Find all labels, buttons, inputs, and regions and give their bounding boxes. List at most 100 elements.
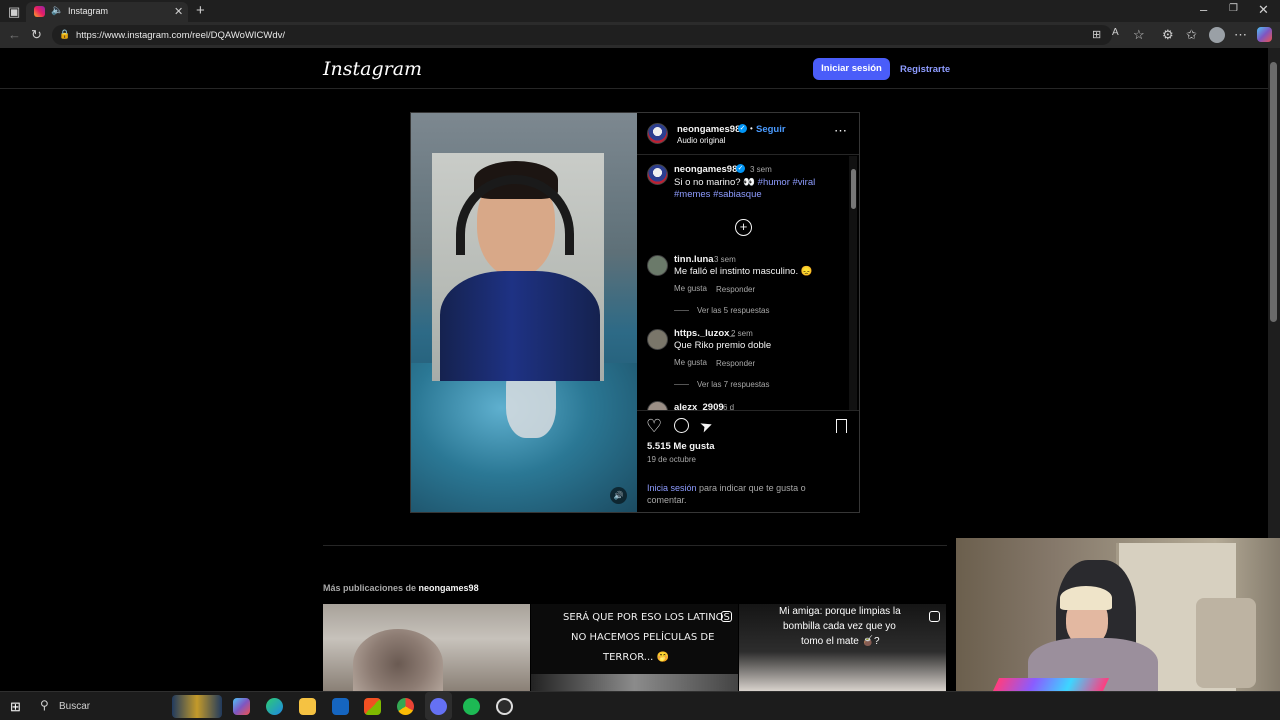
comment-reply-button[interactable]: Responder	[716, 285, 755, 294]
webcam-cat-tree	[1196, 598, 1256, 688]
comment-like-button[interactable]: Me gusta	[674, 284, 707, 293]
view-replies-button[interactable]: Ver las 7 respuestas	[697, 380, 769, 389]
more-posts-label: Más publicaciones de	[323, 583, 417, 593]
comment-avatar[interactable]	[647, 401, 668, 410]
page-scrollbar-thumb[interactable]	[1270, 62, 1277, 322]
profile-avatar[interactable]	[1209, 27, 1225, 43]
app-available-icon[interactable]: ⊞	[1092, 28, 1101, 41]
taskbar-search-label[interactable]: Buscar	[59, 701, 90, 712]
taskbar-search-icon[interactable]: ⚲	[40, 698, 49, 712]
refresh-icon[interactable]: ↻	[31, 28, 42, 41]
file-explorer-icon[interactable]	[299, 698, 316, 715]
comment-reply-button[interactable]: Responder	[716, 359, 755, 368]
author-avatar[interactable]	[647, 123, 668, 144]
post-header: neongames98 ✓ • Seguir Audio original ⋯	[637, 113, 859, 155]
windows-start-icon[interactable]: ⊞	[10, 699, 21, 715]
login-button[interactable]: Iniciar sesión	[813, 58, 890, 80]
caption-username[interactable]: neongames98	[674, 164, 737, 175]
copilot-icon[interactable]	[1257, 27, 1272, 42]
comment-avatar[interactable]	[647, 255, 668, 276]
audio-link[interactable]: Audio original	[677, 136, 725, 145]
comment-icon[interactable]	[674, 418, 689, 433]
volume-icon[interactable]: 🔊	[610, 487, 627, 504]
facecam-shirt	[440, 271, 600, 381]
url-text: https://www.instagram.com/reel/DQAWoWICW…	[76, 30, 286, 41]
more-options-icon[interactable]: ⋯	[834, 123, 847, 139]
more-posts-user[interactable]: neongames98	[419, 583, 479, 593]
like-heart-icon[interactable]: ♡	[646, 416, 662, 437]
copilot-taskbar-icon[interactable]	[233, 698, 250, 715]
thumb-text-line: TERROR... 🤭	[603, 652, 669, 663]
active-app-indicator	[425, 692, 452, 720]
tab-close-icon[interactable]: ✕	[174, 5, 183, 18]
more-post-thumb[interactable]: Mi amiga: porque limpias la bombilla cad…	[739, 604, 946, 691]
follow-button[interactable]: Seguir	[756, 124, 786, 135]
comment-username[interactable]: alezx_2909	[674, 402, 724, 410]
comments-scrollbar-thumb[interactable]	[851, 169, 856, 209]
webcam-keyboard	[992, 678, 1110, 691]
comment-avatar[interactable]	[647, 329, 668, 350]
favorites-icon[interactable]: ✩	[1186, 28, 1197, 41]
more-post-thumb[interactable]: SERÁ QUE POR ESO LOS LATINOS NO HACEMOS …	[531, 604, 738, 691]
section-divider	[323, 545, 947, 546]
dot-separator: •	[750, 124, 753, 133]
login-prompt-text-2: comentar.	[647, 495, 687, 505]
post-date: 19 de octubre	[647, 455, 696, 464]
likes-count[interactable]: 5.515 Me gusta	[647, 441, 715, 452]
login-prompt-link[interactable]: Inicia sesión	[647, 483, 697, 493]
back-icon[interactable]: ←	[8, 28, 21, 41]
minimize-icon[interactable]: –	[1200, 3, 1207, 16]
search-highlight-icon[interactable]	[172, 695, 222, 718]
spotify-icon[interactable]	[463, 698, 480, 715]
browser-tab[interactable]: 🔈 Instagram ✕	[26, 2, 188, 22]
webcam-cap	[1060, 586, 1112, 610]
obs-icon[interactable]	[496, 698, 513, 715]
caption-tags-1[interactable]: #humor #viral	[758, 177, 816, 188]
share-icon[interactable]: ➤	[697, 415, 716, 436]
address-bar-row: ← ↻ 🔒 https://www.instagram.com/reel/DQA…	[0, 22, 1280, 48]
comment-like-button[interactable]: Me gusta	[674, 358, 707, 367]
tab-audio-icon[interactable]: 🔈	[51, 5, 63, 16]
outlook-icon[interactable]	[332, 698, 349, 715]
signup-link[interactable]: Registrarte	[900, 64, 950, 75]
reel-video[interactable]: 🔊	[411, 113, 637, 512]
login-prompt: Inicia sesión para indicar que te gusta …	[647, 483, 806, 493]
author-username[interactable]: neongames98	[677, 124, 740, 135]
comment-text: Me falló el instinto masculino. 😞	[674, 266, 813, 277]
comment-time: 2 sem	[731, 329, 753, 338]
window-close-icon[interactable]: ✕	[1258, 3, 1269, 16]
comments-panel: neongames98 ✓ 3 sem Si o no marino? 👀 #h…	[637, 156, 859, 410]
extensions-icon[interactable]: ⚙	[1162, 28, 1174, 41]
load-more-comments-icon[interactable]: +	[735, 219, 752, 236]
more-post-thumb[interactable]	[323, 604, 530, 691]
caption-avatar[interactable]	[647, 164, 668, 185]
post-actions: ♡ ➤ 5.515 Me gusta 19 de octubre Inicia …	[637, 410, 859, 512]
caption-tags-2[interactable]: #memes #sabiasque	[674, 189, 762, 200]
more-posts-heading: Más publicaciones de neongames98	[323, 583, 479, 593]
comment-text: Que Riko premio doble	[674, 340, 772, 351]
instagram-logo[interactable]: Instagram	[323, 58, 422, 80]
verified-badge-icon: ✓	[738, 124, 747, 133]
replies-line	[674, 384, 689, 385]
comment-username[interactable]: https._luzox_	[674, 328, 735, 339]
new-tab-icon[interactable]: +	[196, 3, 205, 18]
chrome-icon[interactable]	[397, 698, 414, 715]
favorite-star-icon[interactable]: ☆	[1133, 28, 1145, 41]
comment-username[interactable]: tinn.luna	[674, 254, 714, 265]
site-info-icon[interactable]: 🔒	[59, 29, 70, 40]
view-replies-button[interactable]: Ver las 5 respuestas	[697, 306, 769, 315]
restore-icon[interactable]: ❐	[1229, 4, 1238, 14]
save-bookmark-icon[interactable]	[836, 419, 847, 433]
top-navigation: Instagram Iniciar sesión Registrarte	[0, 48, 1268, 89]
more-menu-icon[interactable]: ⋯	[1234, 28, 1247, 41]
read-aloud-icon[interactable]: A	[1112, 28, 1119, 38]
replies-line	[674, 310, 689, 311]
reel-badge-icon	[929, 611, 940, 622]
instagram-favicon-icon	[34, 6, 45, 17]
tab-actions-icon[interactable]: ▣	[8, 5, 20, 18]
store-icon[interactable]	[364, 698, 381, 715]
url-field[interactable]: 🔒 https://www.instagram.com/reel/DQAWoWI…	[52, 25, 1112, 45]
thumb-text-line: bombilla cada vez que yo	[783, 621, 896, 632]
edge-icon[interactable]	[266, 698, 283, 715]
caption-body: Si o no marino? 👀	[674, 177, 756, 188]
